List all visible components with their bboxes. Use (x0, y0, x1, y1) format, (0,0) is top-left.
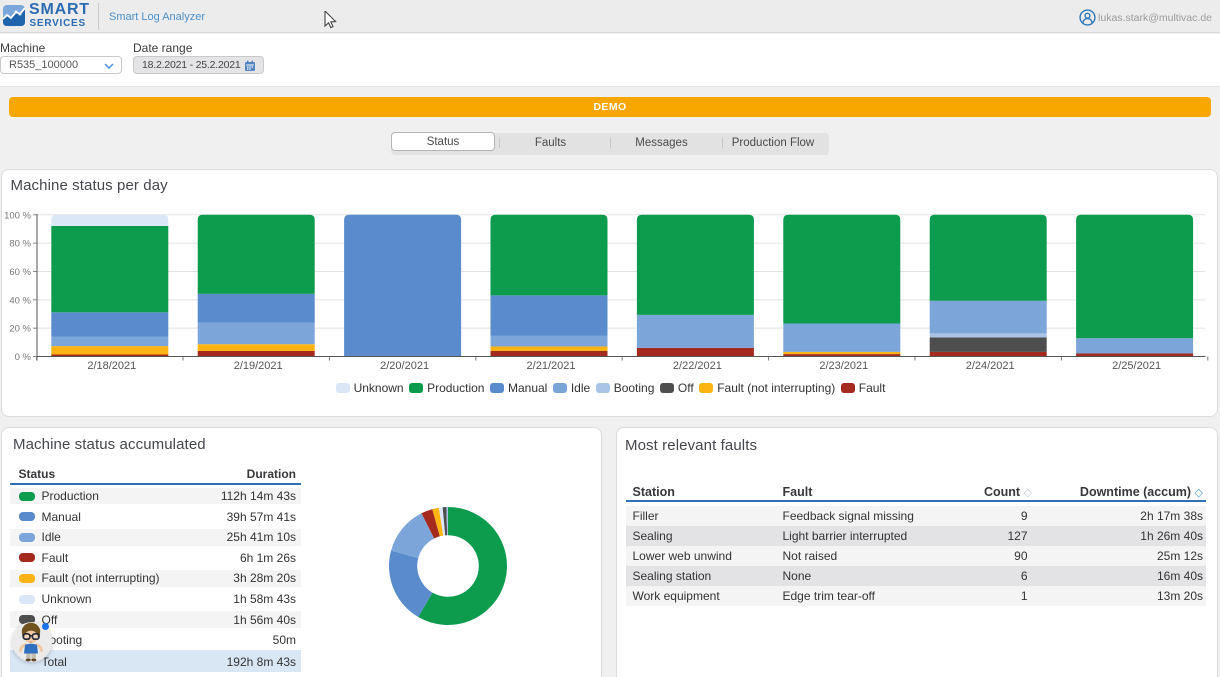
svg-text:2/21/2021: 2/21/2021 (527, 360, 576, 372)
svg-text:2/20/2021: 2/20/2021 (380, 360, 429, 372)
svg-text:60 %: 60 % (9, 267, 31, 278)
svg-text:40 %: 40 % (9, 295, 31, 306)
svg-text:2/22/2021: 2/22/2021 (673, 360, 722, 372)
svg-text:2/25/2021: 2/25/2021 (1112, 360, 1161, 372)
svg-text:100 %: 100 % (4, 210, 31, 221)
svg-text:2/24/2021: 2/24/2021 (966, 360, 1015, 372)
svg-text:2/23/2021: 2/23/2021 (819, 360, 868, 372)
svg-text:80 %: 80 % (9, 239, 31, 250)
svg-text:2/18/2021: 2/18/2021 (87, 360, 136, 372)
svg-text:2/19/2021: 2/19/2021 (234, 360, 283, 372)
svg-text:20 %: 20 % (9, 324, 31, 335)
svg-text:0 %: 0 % (15, 352, 32, 363)
